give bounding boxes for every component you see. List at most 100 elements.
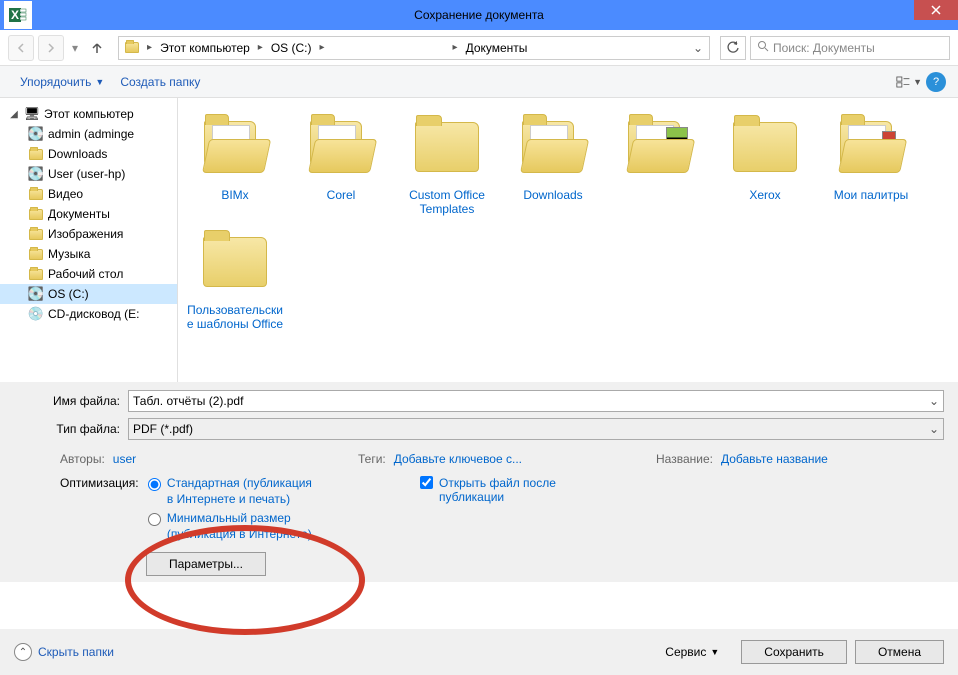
new-folder-button[interactable]: Создать папку xyxy=(112,71,208,93)
folder-icon xyxy=(622,110,696,184)
sidebar-item[interactable]: CD-дисковод (E: xyxy=(0,304,177,324)
sidebar-item[interactable]: User (user-hp) xyxy=(0,164,177,184)
radio-input[interactable] xyxy=(148,513,161,526)
address-dropdown[interactable]: ⌄ xyxy=(689,41,707,55)
forward-button[interactable] xyxy=(38,35,64,61)
filetype-select[interactable]: PDF (*.pdf) ⌄ xyxy=(128,418,944,440)
chevron-down-icon[interactable]: ⌄ xyxy=(929,394,939,408)
sidebar-item[interactable]: admin (adminge xyxy=(0,124,177,144)
sidebar-item-label: Рабочий стол xyxy=(48,267,123,281)
sidebar-item[interactable]: OS (C:) xyxy=(0,284,177,304)
cancel-button[interactable]: Отмена xyxy=(855,640,944,664)
folder-label: Custom Office Templates xyxy=(397,188,497,217)
folder-icon xyxy=(728,110,802,184)
window-title: Сохранение документа xyxy=(414,8,544,22)
checkbox-input[interactable] xyxy=(420,476,433,489)
sidebar-item-label: admin (adminge xyxy=(48,127,134,141)
folder-label: Corel xyxy=(327,188,356,202)
close-button[interactable] xyxy=(914,0,958,20)
sidebar-item[interactable]: Видео xyxy=(0,184,177,204)
sidebar-item[interactable]: Документы xyxy=(0,204,177,224)
sidebar-item[interactable]: Рабочий стол xyxy=(0,264,177,284)
parameters-button[interactable]: Параметры... xyxy=(146,552,266,576)
excel-icon: X xyxy=(4,1,32,29)
breadcrumb-seg[interactable]: OS (C:) xyxy=(267,39,316,57)
chevron-down-icon: ▼ xyxy=(95,77,104,87)
filename-input[interactable]: Табл. отчёты (2).pdf ⌄ xyxy=(128,390,944,412)
folder-item[interactable]: Мои палитры xyxy=(818,106,924,221)
chevron-icon[interactable]: ▸ xyxy=(451,42,460,53)
sidebar-item-label: Downloads xyxy=(48,147,107,161)
organize-button[interactable]: Упорядочить ▼ xyxy=(12,71,112,93)
title-value[interactable]: Добавьте название xyxy=(721,452,828,466)
sidebar-item-label: Видео xyxy=(48,187,83,201)
breadcrumb-seg[interactable]: Этот компьютер xyxy=(156,39,254,57)
refresh-button[interactable] xyxy=(720,36,746,60)
back-button[interactable] xyxy=(8,35,34,61)
folder-label: Пользовательские шаблоны Office xyxy=(185,303,285,332)
folder-label: Downloads xyxy=(523,188,582,202)
sidebar-item-label: OS (C:) xyxy=(48,287,89,301)
service-dropdown[interactable]: Сервис ▼ xyxy=(665,645,719,659)
content-pane[interactable]: BIMx Corel Custom Office Templates Download… xyxy=(178,98,958,382)
chevron-icon[interactable]: ▸ xyxy=(145,42,154,53)
folder-item[interactable]: Downloads xyxy=(500,106,606,221)
sidebar-item-label: Документы xyxy=(48,207,110,221)
folder-item[interactable] xyxy=(606,106,712,221)
main-area: ◢Этот компьютер admin (adminge Downloads Us… xyxy=(0,98,958,382)
optimize-minimal-radio[interactable]: Минимальный размер (публикация в Интерне… xyxy=(148,511,318,542)
chevron-down-icon: ▼ xyxy=(710,647,719,657)
folder-icon xyxy=(198,225,272,299)
sidebar-item[interactable]: Изображения xyxy=(0,224,177,244)
sidebar-item-label: User (user-hp) xyxy=(48,167,125,181)
folder-label: Мои палитры xyxy=(834,188,909,202)
sidebar-item[interactable]: Downloads xyxy=(0,144,177,164)
folder-icon xyxy=(198,110,272,184)
chevron-icon[interactable]: ▸ xyxy=(256,42,265,53)
help-button[interactable]: ? xyxy=(926,72,946,92)
tags-value[interactable]: Добавьте ключевое с... xyxy=(394,452,522,466)
breadcrumb-root-icon[interactable] xyxy=(121,40,143,55)
chevron-icon[interactable]: ▸ xyxy=(318,42,327,53)
toolbar: Упорядочить ▼ Создать папку ▼ ? xyxy=(0,66,958,98)
folder-icon xyxy=(304,110,378,184)
authors-label: Авторы: xyxy=(60,452,105,466)
search-placeholder: Поиск: Документы xyxy=(773,41,875,55)
folder-item[interactable]: Xerox xyxy=(712,106,818,221)
filetype-label: Тип файла: xyxy=(14,422,128,436)
sidebar-item-label: Музыка xyxy=(48,247,90,261)
search-input[interactable]: Поиск: Документы xyxy=(750,36,950,60)
sidebar-item[interactable]: ◢Этот компьютер xyxy=(0,104,177,124)
sidebar-item-label: Этот компьютер xyxy=(44,107,134,121)
hide-folders-button[interactable]: ⌃ Скрыть папки xyxy=(14,643,114,661)
folder-item[interactable]: BIMx xyxy=(182,106,288,221)
svg-text:X: X xyxy=(11,8,19,22)
recent-dropdown[interactable]: ▾ xyxy=(68,41,82,55)
save-button[interactable]: Сохранить xyxy=(741,640,847,664)
tags-label: Теги: xyxy=(358,452,386,466)
folder-icon xyxy=(516,110,590,184)
chevron-up-icon: ⌃ xyxy=(14,643,32,661)
navbar: ▾ ▸ Этот компьютер ▸ OS (C:) ▸ ▸ Докумен… xyxy=(0,30,958,66)
folder-item[interactable]: Custom Office Templates xyxy=(394,106,500,221)
sidebar: ◢Этот компьютер admin (adminge Downloads Us… xyxy=(0,98,178,382)
folder-label: Xerox xyxy=(749,188,780,202)
folder-icon xyxy=(834,110,908,184)
optimize-standard-radio[interactable]: Стандартная (публикация в Интернете и пе… xyxy=(148,476,318,507)
address-bar[interactable]: ▸ Этот компьютер ▸ OS (C:) ▸ ▸ Документы… xyxy=(118,36,710,60)
radio-input[interactable] xyxy=(148,478,161,491)
metadata-row: Авторы: user Теги: Добавьте ключевое с..… xyxy=(14,446,944,476)
folder-label: BIMx xyxy=(221,188,248,202)
up-button[interactable] xyxy=(86,37,108,59)
view-button[interactable]: ▼ xyxy=(896,71,922,93)
folder-item[interactable]: Corel xyxy=(288,106,394,221)
folder-item[interactable]: Пользовательские шаблоны Office xyxy=(182,221,288,336)
breadcrumb-seg[interactable] xyxy=(329,46,449,50)
optimization-label: Оптимизация: xyxy=(60,476,139,490)
title-label: Название: xyxy=(656,452,713,466)
authors-value[interactable]: user xyxy=(113,452,136,466)
breadcrumb-seg[interactable]: Документы xyxy=(462,39,532,57)
open-after-checkbox[interactable]: Открыть файл после публикации xyxy=(420,476,579,504)
chevron-down-icon[interactable]: ⌄ xyxy=(929,422,939,436)
sidebar-item[interactable]: Музыка xyxy=(0,244,177,264)
